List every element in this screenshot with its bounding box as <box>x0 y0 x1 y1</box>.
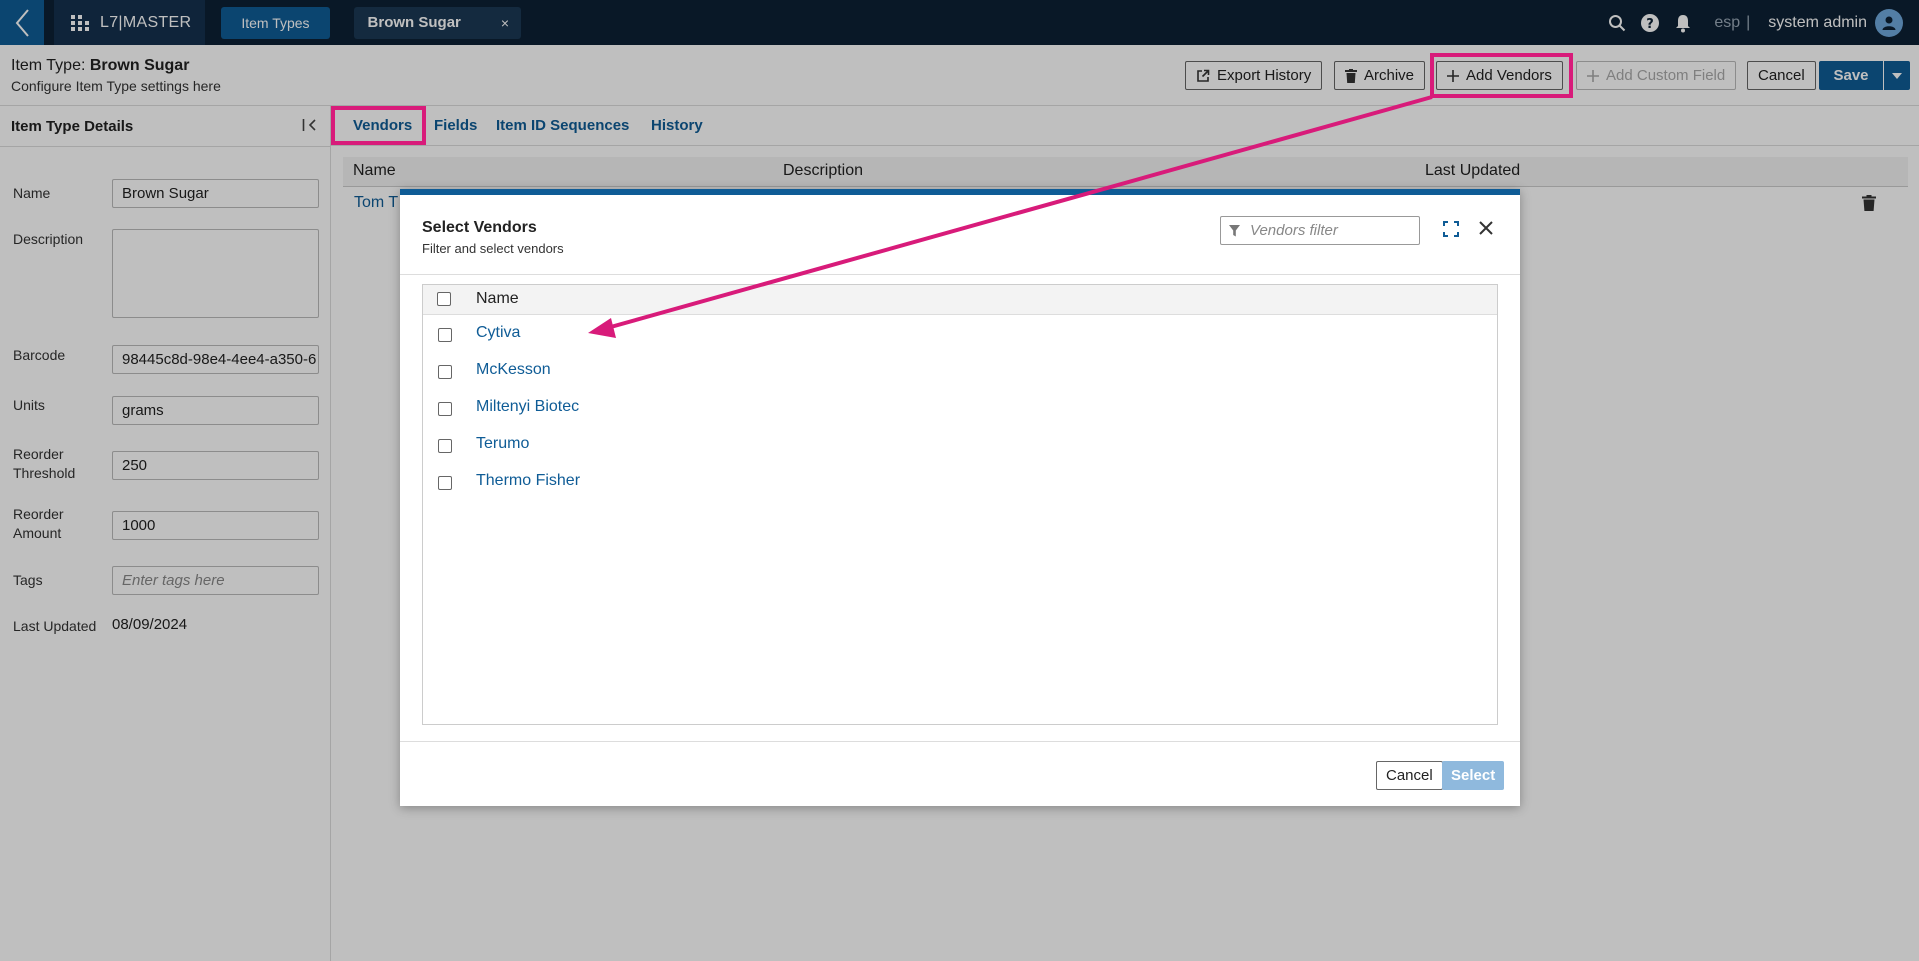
annotation-arrow <box>588 95 1433 338</box>
arrow-head-icon <box>588 318 616 338</box>
